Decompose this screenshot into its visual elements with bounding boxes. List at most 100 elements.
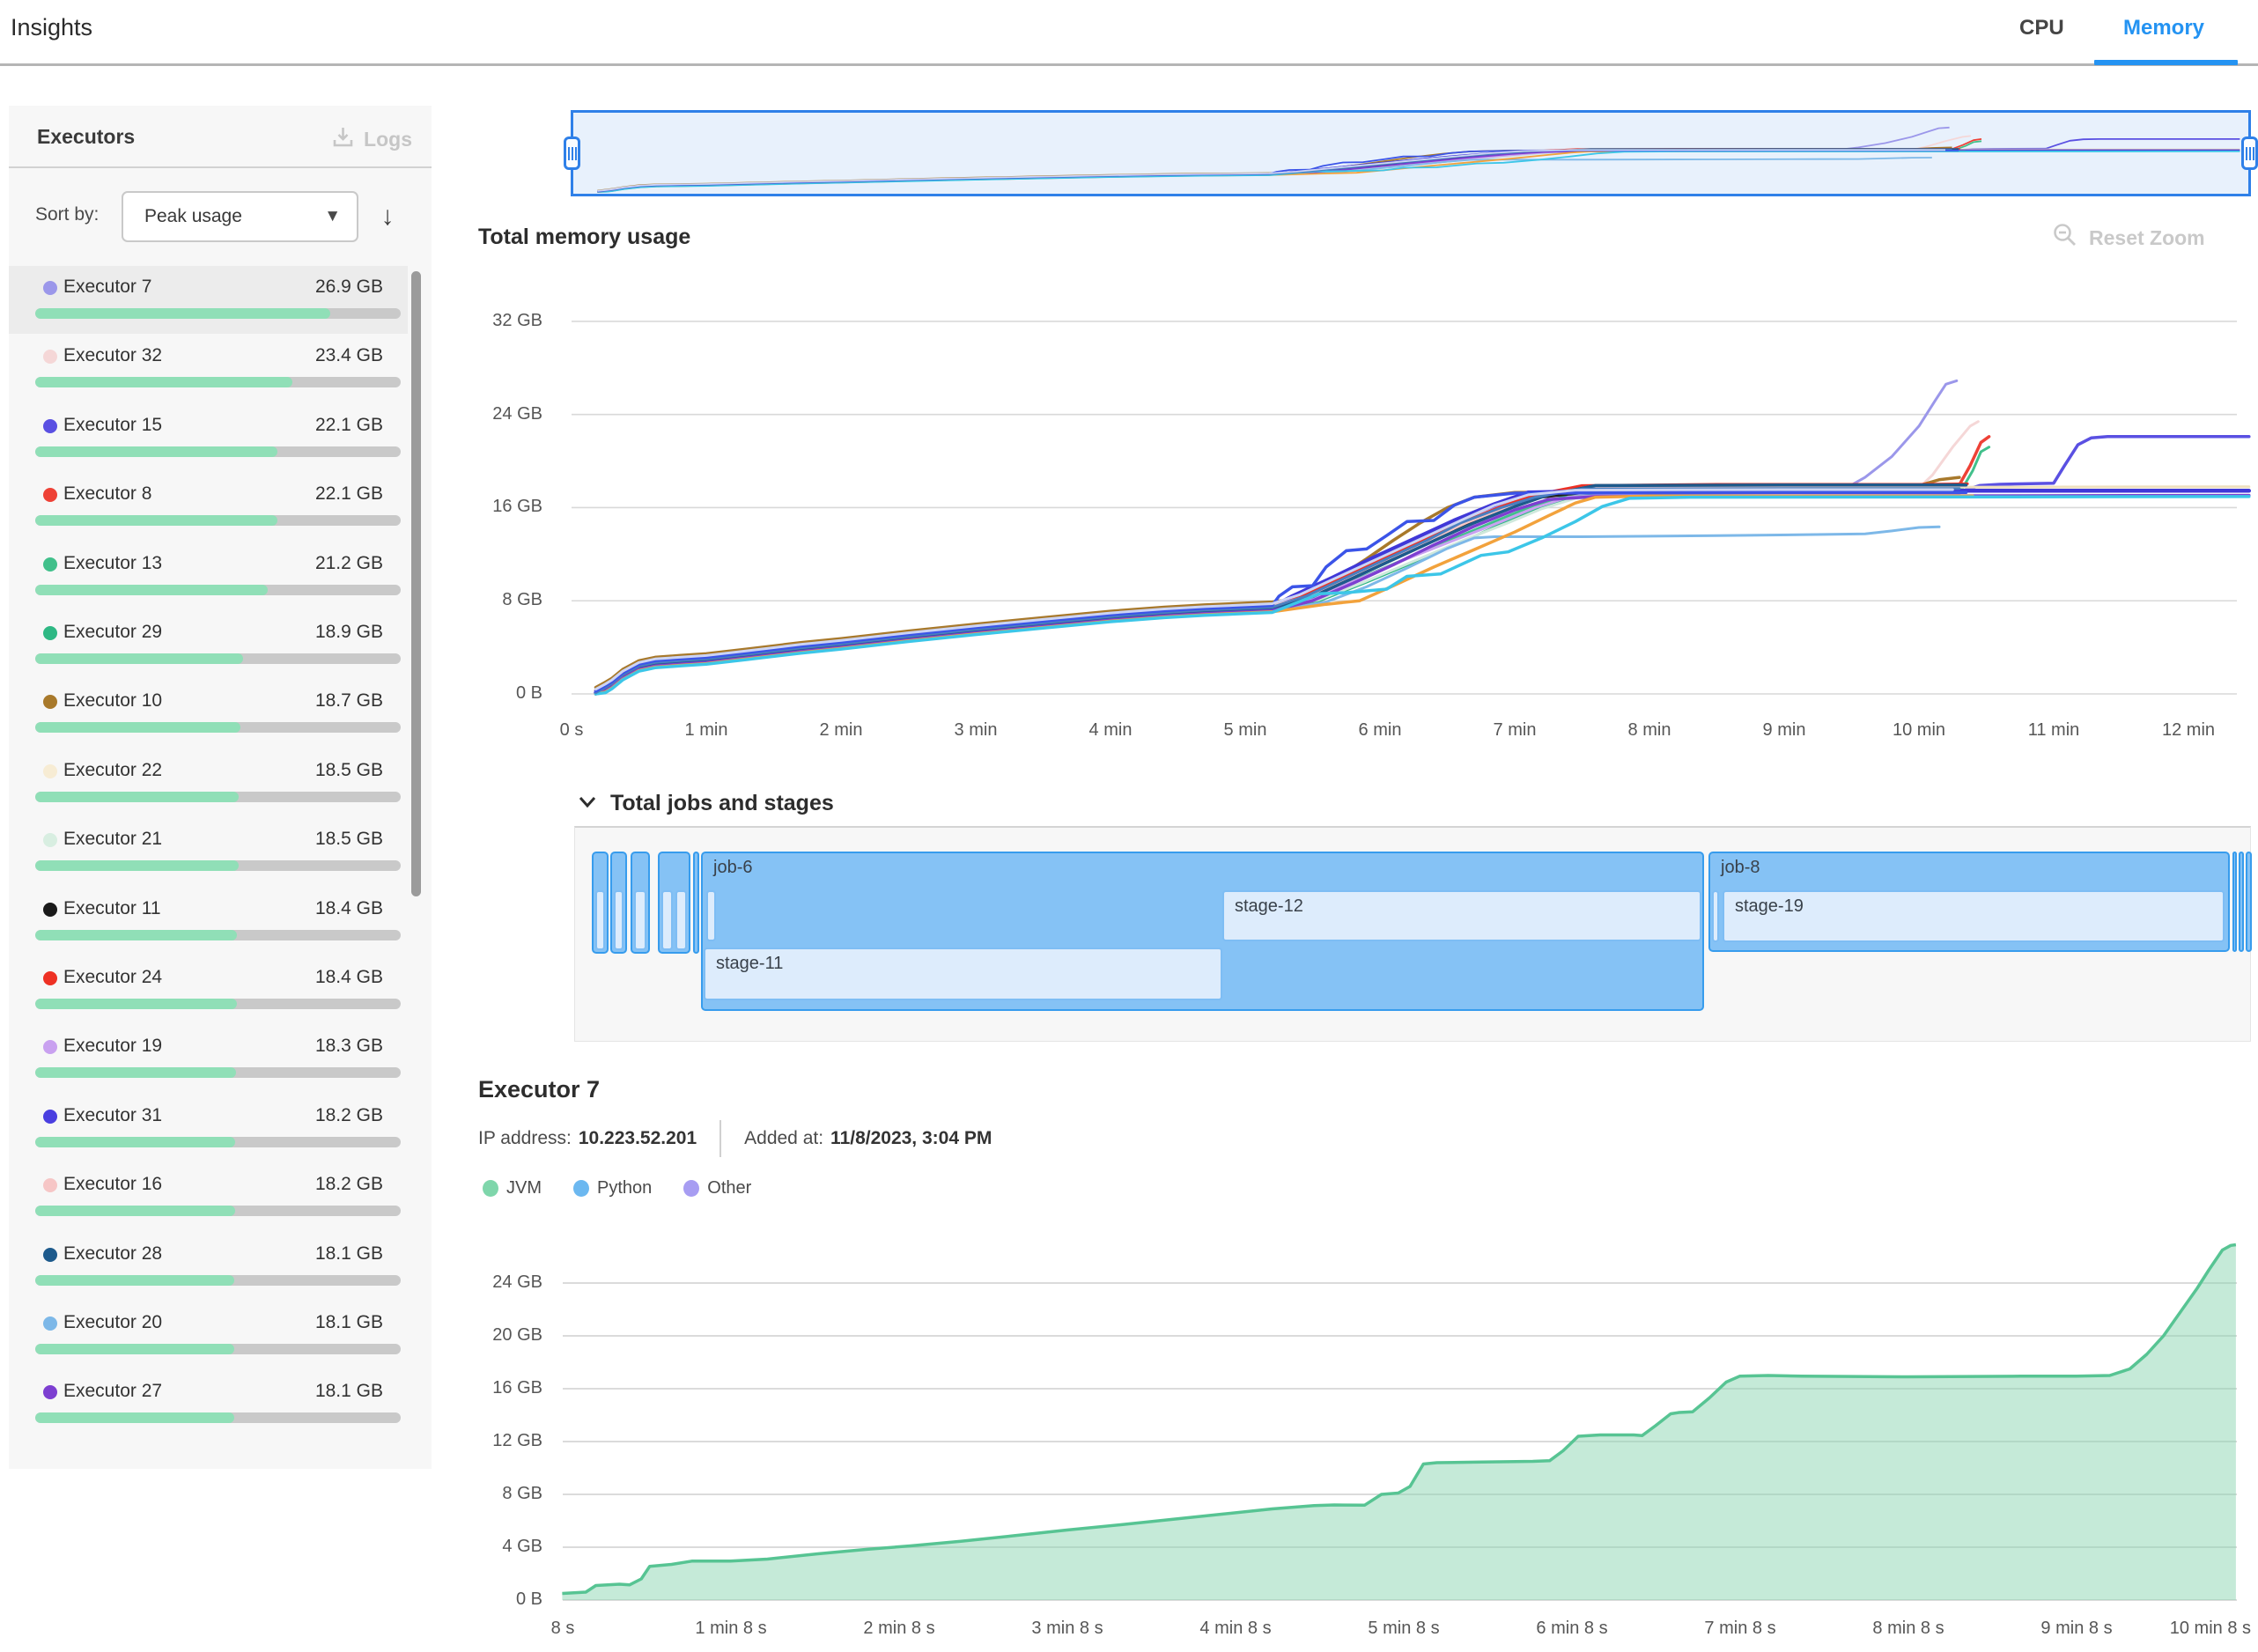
executor-usage-bar-fill <box>35 1412 234 1423</box>
stage-bar-stage-19[interactable]: stage-19 <box>1723 890 2225 942</box>
x-tick-label: 3 min 8 s <box>1031 1619 1103 1639</box>
executor-usage-bar <box>35 860 401 871</box>
executor-usage-bar <box>35 792 401 802</box>
stage-bar[interactable] <box>706 890 716 941</box>
executor-row[interactable]: Executor 22 18.5 GB <box>9 749 408 817</box>
executor-usage-bar-fill <box>35 653 243 664</box>
executor-row[interactable]: Executor 16 18.2 GB <box>9 1163 408 1231</box>
x-tick-label: 8 s <box>551 1619 575 1639</box>
zoom-brush-chart[interactable] <box>571 110 2251 196</box>
executor-usage-bar-fill <box>35 1275 234 1286</box>
executor-row[interactable]: Executor 726.9 GB <box>9 266 408 334</box>
x-tick-label: 0 s <box>560 720 584 741</box>
zoom-out-icon <box>2052 222 2078 254</box>
stage-bar-stage-12[interactable]: stage-12 <box>1222 890 1701 941</box>
executor-row[interactable]: Executor 2818.1 GB <box>9 1233 408 1301</box>
stage-label: stage-19 <box>1735 896 1804 917</box>
executor-peak-value: 18.2 GB <box>315 1105 383 1126</box>
executor-peak-value: 21.2 GB <box>315 553 383 574</box>
x-tick-label: 1 min 8 s <box>695 1619 766 1639</box>
executor-row[interactable]: Executor 1118.4 GB <box>9 888 408 955</box>
executor-name: Executor 10 <box>63 690 162 712</box>
executor-peak-value: 18.2 GB <box>315 1174 383 1195</box>
stage-bar[interactable] <box>661 890 673 950</box>
brush-series <box>597 151 1959 191</box>
executor-color-dot <box>43 281 57 295</box>
stage-bar[interactable] <box>1712 890 1719 942</box>
executor-detail-title: Executor 7 <box>478 1076 600 1103</box>
stage-bar-stage-11[interactable]: stage-11 <box>704 948 1222 1000</box>
executor-row[interactable]: Executor 1321.2 GB <box>9 542 408 610</box>
executor-row[interactable]: Executor 1918.3 GB <box>9 1025 408 1093</box>
y-tick-label: 0 B <box>472 1589 542 1610</box>
executors-panel: Executors Logs Sort by: Peak usage ▼ ↓ E… <box>9 106 432 1469</box>
executor-peak-value: 18.4 GB <box>315 967 383 988</box>
executor-peak-value: 22.1 GB <box>315 415 383 436</box>
y-tick-label: 8 GB <box>472 590 542 610</box>
executor-usage-bar <box>35 930 401 940</box>
x-tick-label: 8 min 8 s <box>1872 1619 1944 1639</box>
executor-row[interactable]: Executor 2918.9 GB <box>9 611 408 679</box>
executor-usage-bar <box>35 999 401 1009</box>
executor-usage-bar-fill <box>35 308 330 319</box>
executor-name: Executor 22 <box>63 760 162 781</box>
x-tick-label: 5 min 8 s <box>1368 1619 1439 1639</box>
executor-peak-value: 18.5 GB <box>315 829 383 850</box>
executor-row[interactable]: Executor 24 18.4 GB <box>9 956 408 1024</box>
executor-name: Executor 15 <box>63 415 162 436</box>
y-tick-label: 16 GB <box>472 1378 542 1398</box>
executor-peak-value: 18.7 GB <box>315 690 383 712</box>
legend-label: Other <box>707 1178 751 1198</box>
job-bar[interactable] <box>2246 852 2252 952</box>
legend-item-other: Other <box>683 1178 751 1198</box>
executor-row[interactable]: Executor 822.1 GB <box>9 473 408 541</box>
executor-row[interactable]: Executor 3118.2 GB <box>9 1095 408 1162</box>
job-label: job-6 <box>713 858 752 878</box>
executor-color-dot <box>43 1248 57 1262</box>
legend-label: JVM <box>506 1178 542 1198</box>
brush-series <box>597 150 1952 192</box>
stage-bar[interactable] <box>675 890 687 950</box>
ip-address-value: 10.223.52.201 <box>579 1128 697 1149</box>
executor-row[interactable]: Executor 10 18.7 GB <box>9 680 408 748</box>
job-bar[interactable] <box>2239 852 2244 952</box>
executor-row[interactable]: Executor 15 22.1 GB <box>9 404 408 472</box>
executor-usage-bar-fill <box>35 446 277 457</box>
stage-bar[interactable] <box>595 890 605 950</box>
executor-name: Executor 24 <box>63 967 162 988</box>
executor-usage-bar <box>35 653 401 664</box>
executor-row[interactable]: Executor 2118.5 GB <box>9 818 408 886</box>
executor-row[interactable]: Executor 2018.1 GB <box>9 1302 408 1369</box>
memory-series-executor-22 <box>596 487 2249 691</box>
executor-peak-value: 18.5 GB <box>315 760 383 781</box>
executor-name: Executor 7 <box>63 277 151 298</box>
reset-zoom-label: Reset Zoom <box>2089 226 2205 250</box>
executor-color-dot <box>43 1385 57 1399</box>
brush-handle-right[interactable] <box>2241 136 2258 170</box>
memory-series-executor-19 <box>596 493 1959 694</box>
reset-zoom-button[interactable]: Reset Zoom <box>2052 222 2205 254</box>
stage-bar[interactable] <box>614 890 624 950</box>
active-tab-underline <box>2094 60 2238 65</box>
brush-series <box>597 149 1959 192</box>
tab-cpu[interactable]: CPU <box>2019 16 2064 41</box>
jobs-gantt-panel: job-6stage-12stage-11job-8stage-19 <box>574 826 2251 1042</box>
executor-row[interactable]: Executor 3223.4 GB <box>9 335 408 402</box>
memory-series-executor-10 <box>596 477 1959 688</box>
executor-name: Executor 16 <box>63 1174 162 1195</box>
memory-series-executor-29 <box>596 489 1963 694</box>
memory-series-executor-16 <box>596 485 1967 691</box>
brush-handle-left[interactable] <box>564 136 580 170</box>
jobs-section-toggle[interactable]: Total jobs and stages <box>577 791 834 816</box>
stage-label: stage-11 <box>716 954 783 974</box>
stage-bar[interactable] <box>634 890 646 950</box>
job-bar[interactable] <box>693 852 699 954</box>
scrollbar-thumb[interactable] <box>411 271 421 896</box>
executor-usage-bar <box>35 1275 401 1286</box>
executor-row[interactable]: Executor 2718.1 GB <box>9 1370 408 1438</box>
executor-color-dot <box>43 557 57 572</box>
executor-color-dot <box>43 1178 57 1192</box>
tab-memory[interactable]: Memory <box>2123 16 2204 41</box>
job-bar[interactable] <box>2232 852 2237 952</box>
executor-color-dot <box>43 903 57 917</box>
